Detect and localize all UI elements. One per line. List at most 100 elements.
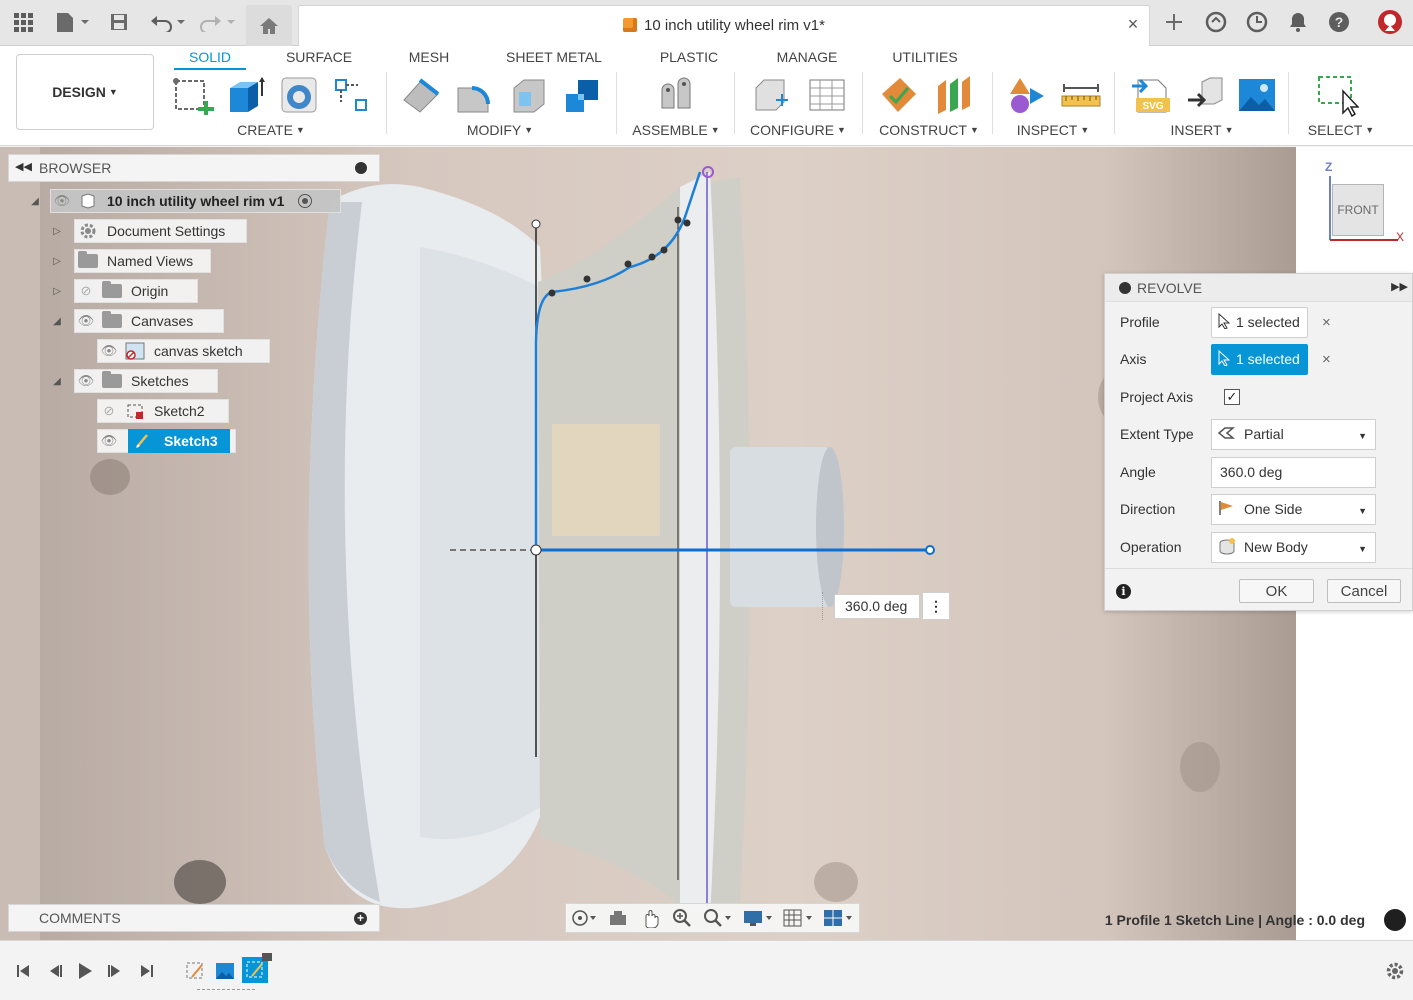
tree-expander[interactable]: ◢ bbox=[29, 196, 41, 208]
tab-mesh[interactable]: MESH bbox=[404, 48, 454, 70]
visibility-eye-icon[interactable]: 👁 bbox=[75, 313, 97, 329]
configure-icon[interactable] bbox=[748, 74, 794, 116]
comments-panel-header[interactable]: COMMENTS + bbox=[8, 904, 380, 932]
browser-node-document-settings[interactable]: Document Settings bbox=[74, 219, 247, 243]
visibility-eye-icon[interactable]: 👁 bbox=[75, 373, 97, 389]
tab-plastic[interactable]: PLASTIC bbox=[654, 48, 724, 70]
select-menu[interactable]: SELECT ▼ bbox=[1296, 122, 1386, 138]
info-icon[interactable]: i bbox=[1116, 584, 1131, 599]
midplane-icon[interactable] bbox=[932, 74, 978, 116]
cancel-button[interactable]: Cancel bbox=[1327, 579, 1401, 603]
insert-svg-icon[interactable]: SVG bbox=[1128, 74, 1174, 116]
tree-expander[interactable]: ▷ bbox=[51, 256, 63, 268]
status-badge-icon[interactable] bbox=[1384, 909, 1406, 931]
angle-input[interactable] bbox=[1211, 456, 1376, 488]
document-tab[interactable]: 10 inch utility wheel rim v1* × bbox=[298, 5, 1150, 46]
direction-dropdown[interactable]: One Side ▼ bbox=[1211, 493, 1376, 525]
visibility-eye-icon[interactable]: 👁 bbox=[98, 433, 120, 449]
undo-icon[interactable] bbox=[148, 8, 188, 36]
project-axis-checkbox[interactable]: ✓ bbox=[1224, 389, 1240, 405]
browser-root-node[interactable]: 👁 10 inch utility wheel rim v1 bbox=[50, 189, 341, 213]
construct-menu[interactable]: CONSTRUCT ▼ bbox=[876, 122, 982, 138]
grid-settings-icon[interactable] bbox=[778, 905, 818, 931]
app-grid-icon[interactable] bbox=[10, 8, 36, 36]
go-to-end-icon[interactable] bbox=[136, 961, 158, 981]
measure-icon[interactable] bbox=[1058, 74, 1104, 116]
more-options-icon[interactable]: ⋮ bbox=[922, 592, 950, 620]
clear-profile-icon[interactable]: × bbox=[1322, 314, 1331, 331]
angle-manipulator-input[interactable] bbox=[834, 593, 920, 619]
step-forward-icon[interactable] bbox=[104, 961, 126, 981]
assemble-menu[interactable]: ASSEMBLE ▼ bbox=[628, 122, 724, 138]
collapse-panel-icon[interactable]: ◀◀ bbox=[15, 160, 32, 173]
create-menu[interactable]: CREATE ▼ bbox=[224, 122, 318, 138]
tab-utilities[interactable]: UTILITIES bbox=[889, 48, 961, 70]
help-icon[interactable]: ? bbox=[1326, 8, 1352, 36]
file-menu-icon[interactable] bbox=[52, 8, 92, 36]
create-sketch-icon[interactable] bbox=[170, 74, 216, 116]
insert-menu[interactable]: INSERT ▼ bbox=[1154, 122, 1250, 138]
tab-manage[interactable]: MANAGE bbox=[772, 48, 842, 70]
clear-axis-icon[interactable]: × bbox=[1322, 351, 1331, 368]
timeline-sketch-icon[interactable] bbox=[183, 959, 207, 983]
joint-icon[interactable] bbox=[654, 74, 700, 116]
look-at-icon[interactable] bbox=[602, 905, 634, 931]
browser-node-canvas-sketch[interactable]: 👁 canvas sketch bbox=[97, 339, 270, 363]
timeline-marker[interactable] bbox=[262, 953, 272, 961]
fillet-icon[interactable] bbox=[452, 74, 498, 116]
timeline-settings-gear-icon[interactable] bbox=[1384, 961, 1406, 981]
tree-expander[interactable]: ▷ bbox=[51, 286, 63, 298]
extensions-icon[interactable] bbox=[1203, 8, 1229, 36]
browser-node-sketch3[interactable]: 👁 Sketch3 bbox=[97, 429, 236, 453]
go-to-start-icon[interactable] bbox=[12, 961, 34, 981]
inspect-menu[interactable]: INSPECT ▼ bbox=[1006, 122, 1100, 138]
shell-icon[interactable] bbox=[506, 74, 552, 116]
play-icon[interactable] bbox=[74, 961, 96, 981]
orbit-icon[interactable] bbox=[566, 905, 602, 931]
viewports-icon[interactable] bbox=[818, 905, 858, 931]
fit-icon[interactable] bbox=[698, 905, 738, 931]
hidden-eye-icon[interactable]: ⊘ bbox=[75, 283, 97, 299]
window-select-icon[interactable] bbox=[1314, 74, 1360, 117]
offset-plane-icon[interactable] bbox=[876, 74, 922, 116]
display-settings-icon[interactable] bbox=[738, 905, 778, 931]
axis-select-button[interactable]: 1 selected bbox=[1211, 343, 1308, 375]
operation-dropdown[interactable]: New Body ▼ bbox=[1211, 531, 1376, 563]
interference-icon[interactable] bbox=[1004, 74, 1050, 116]
profile-select-button[interactable]: 1 selected bbox=[1211, 306, 1308, 338]
combine-icon[interactable] bbox=[560, 74, 606, 116]
insert-mesh-icon[interactable] bbox=[1182, 74, 1228, 116]
browser-node-sketches[interactable]: 👁 Sketches bbox=[74, 369, 218, 393]
minimize-dialog-icon[interactable] bbox=[1119, 281, 1131, 294]
tree-expander[interactable]: ◢ bbox=[51, 316, 63, 328]
modify-menu[interactable]: MODIFY ▼ bbox=[452, 122, 548, 138]
save-icon[interactable] bbox=[106, 8, 132, 36]
pan-icon[interactable] bbox=[634, 905, 666, 931]
browser-node-canvases[interactable]: 👁 Canvases bbox=[74, 309, 224, 333]
configuration-table-icon[interactable] bbox=[804, 74, 850, 116]
tab-surface[interactable]: SURFACE bbox=[283, 48, 355, 70]
extent-type-dropdown[interactable]: Partial ▼ bbox=[1211, 418, 1376, 450]
ok-button[interactable]: OK bbox=[1239, 579, 1314, 603]
drag-handle[interactable] bbox=[822, 592, 828, 620]
close-tab-icon[interactable]: × bbox=[1123, 14, 1143, 34]
tab-sheet-metal[interactable]: SHEET METAL bbox=[502, 48, 606, 70]
pattern-icon[interactable] bbox=[328, 74, 374, 116]
revolve-icon[interactable] bbox=[276, 74, 322, 116]
add-comment-icon[interactable]: + bbox=[354, 912, 367, 925]
browser-node-origin[interactable]: ⊘ Origin bbox=[74, 279, 198, 303]
insert-canvas-icon[interactable] bbox=[1234, 74, 1280, 116]
job-status-icon[interactable] bbox=[1244, 8, 1270, 36]
step-back-icon[interactable] bbox=[44, 961, 66, 981]
visibility-eye-icon[interactable]: 👁 bbox=[51, 193, 73, 209]
timeline-canvas-icon[interactable] bbox=[213, 959, 237, 983]
extrude-icon[interactable] bbox=[222, 74, 268, 116]
activate-radio-icon[interactable] bbox=[298, 194, 313, 208]
visibility-eye-icon[interactable]: 👁 bbox=[98, 343, 120, 359]
new-tab-icon[interactable] bbox=[1160, 8, 1188, 36]
minimize-panel-icon[interactable] bbox=[355, 162, 367, 174]
expand-dialog-icon[interactable]: ▶▶ bbox=[1391, 280, 1408, 293]
configure-menu[interactable]: CONFIGURE ▼ bbox=[748, 122, 848, 138]
redo-icon[interactable] bbox=[196, 8, 236, 36]
notifications-icon[interactable] bbox=[1285, 8, 1311, 36]
